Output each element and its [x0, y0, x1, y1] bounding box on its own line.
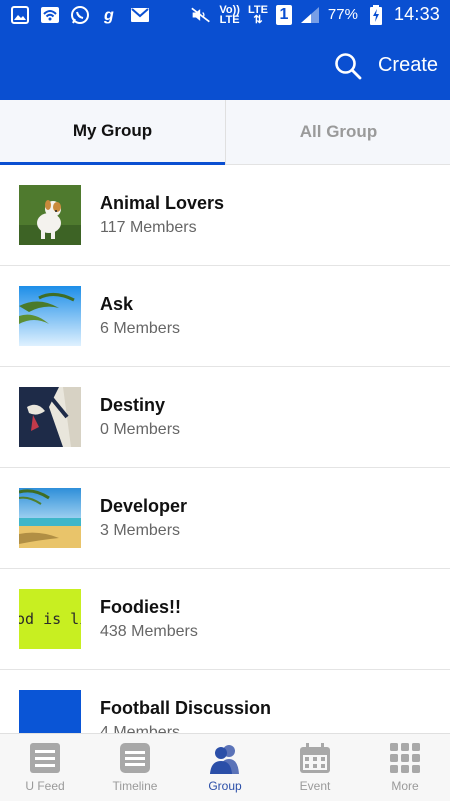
status-bar: g Vo)) LTE LTE ⇅ 1 77% 14:33: [0, 0, 450, 30]
nav-event[interactable]: Event: [270, 734, 360, 801]
calendar-icon: [300, 743, 330, 773]
bottom-navigation: U Feed Timeline Group Event More: [0, 733, 450, 801]
battery-charging-icon: [366, 4, 386, 25]
group-thumbnail: [19, 286, 81, 346]
search-icon: [335, 53, 362, 80]
group-row-football-discussion[interactable]: Football Discussion 4 Members: [0, 670, 450, 733]
clock: 14:33: [393, 4, 440, 24]
group-name: Developer: [100, 496, 188, 516]
gallery-icon: [10, 5, 30, 25]
group-row-foodies[interactable]: od is lit Foodies!! 438 Members: [0, 569, 450, 670]
group-tabs: My Group All Group: [0, 100, 450, 165]
nav-group[interactable]: Group: [180, 734, 270, 801]
group-name: Destiny: [100, 395, 166, 415]
lte-indicator: LTE ⇅: [247, 3, 268, 26]
group-members: 438 Members: [100, 623, 198, 640]
g-app-icon: g: [100, 5, 120, 25]
mute-icon: [191, 5, 211, 25]
search-button[interactable]: [334, 52, 362, 80]
feed-icon: [30, 743, 60, 773]
group-row-ask[interactable]: Ask 6 Members: [0, 266, 450, 367]
wifi-icon: [40, 5, 60, 25]
group-members: 4 Members: [100, 724, 181, 733]
signal-icon: [300, 5, 320, 25]
group-row-animal-lovers[interactable]: Animal Lovers 117 Members: [0, 165, 450, 266]
group-thumbnail: [19, 185, 81, 245]
nav-label: Event: [299, 779, 331, 793]
nav-label: Group: [208, 779, 242, 793]
group-list: Animal Lovers 117 Members Ask 6 Members …: [0, 165, 450, 733]
gmail-icon: [130, 5, 150, 25]
svg-text:g: g: [103, 7, 114, 24]
create-button[interactable]: Create: [378, 54, 438, 77]
timeline-icon: [120, 743, 150, 773]
group-members: 6 Members: [100, 320, 181, 337]
group-members: 117 Members: [100, 219, 197, 236]
battery-percent: 77%: [327, 6, 358, 23]
nav-label: Timeline: [112, 779, 158, 793]
group-row-destiny[interactable]: Destiny 0 Members: [0, 367, 450, 468]
sim-indicator: 1: [275, 4, 292, 25]
volte-indicator: Vo)) LTE: [219, 3, 240, 26]
group-thumbnail: [19, 387, 81, 447]
group-icon: [210, 745, 239, 774]
group-members: 3 Members: [100, 522, 181, 539]
group-thumbnail: od is lit: [19, 589, 81, 649]
whatsapp-icon: [70, 5, 90, 25]
group-name: Football Discussion: [100, 698, 272, 718]
tab-my-group[interactable]: My Group: [0, 100, 225, 165]
group-thumbnail: [19, 690, 81, 733]
app-bar: Create: [0, 30, 450, 100]
group-row-developer[interactable]: Developer 3 Members: [0, 468, 450, 569]
nav-timeline[interactable]: Timeline: [90, 734, 180, 801]
group-thumbnail: [19, 488, 81, 548]
group-name: Foodies!!: [100, 597, 181, 617]
nav-label: U Feed: [25, 779, 65, 793]
group-name: Animal Lovers: [100, 193, 225, 213]
nav-more[interactable]: More: [360, 734, 450, 801]
group-name: Ask: [100, 294, 134, 314]
group-members: 0 Members: [100, 421, 181, 438]
tab-all-group[interactable]: All Group: [225, 100, 450, 164]
thumbnail-text: od is lit: [19, 610, 81, 628]
grid-icon: [390, 743, 420, 773]
nav-u-feed[interactable]: U Feed: [0, 734, 90, 801]
nav-label: More: [391, 779, 419, 793]
